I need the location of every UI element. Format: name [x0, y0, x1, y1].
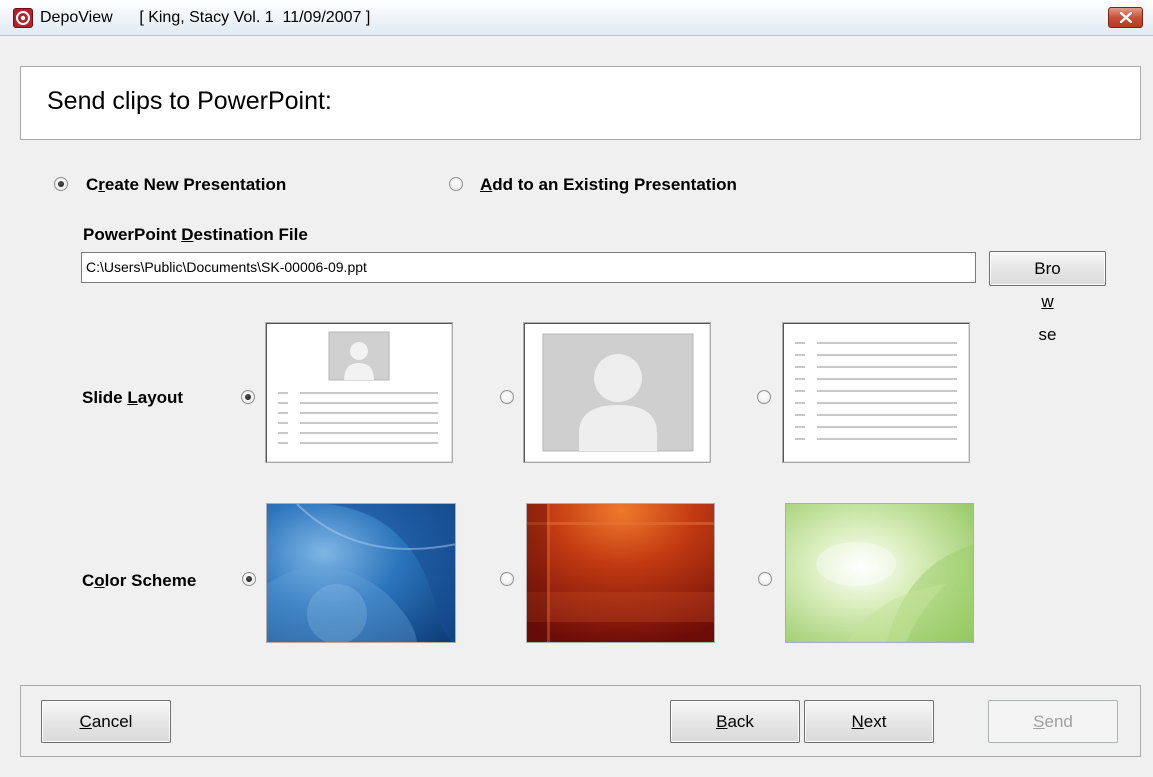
create-new-presentation-label[interactable]: Create New Presentation: [86, 175, 286, 195]
destination-file-input[interactable]: C:\Users\Public\Documents\SK-00006-09.pp…: [81, 252, 976, 283]
title-bar: DepoView [ King, Stacy Vol. 1 11/09/2007…: [0, 0, 1153, 36]
blue-scheme-thumbnail[interactable]: [266, 503, 456, 643]
slide-layout-option-1-radio[interactable]: [241, 390, 255, 404]
create-new-presentation-radio[interactable]: [54, 177, 68, 191]
footer-panel: [20, 685, 1141, 757]
color-scheme-option-3-radio[interactable]: [758, 572, 772, 586]
add-existing-presentation-label[interactable]: Add to an Existing Presentation: [480, 175, 737, 195]
image-above-text-layout-thumbnail[interactable]: [265, 322, 453, 463]
app-name: DepoView: [40, 9, 113, 26]
red-scheme-thumbnail[interactable]: [526, 503, 715, 643]
close-button[interactable]: [1108, 7, 1143, 28]
close-icon: [1119, 12, 1132, 23]
cancel-button[interactable]: Cancel: [41, 700, 171, 743]
document-name: [ King, Stacy Vol. 1 11/09/2007 ]: [139, 9, 371, 26]
next-button[interactable]: Next: [804, 700, 934, 743]
send-button[interactable]: Send: [988, 700, 1118, 743]
depoview-app-icon: [13, 8, 33, 28]
destination-file-label: PowerPoint Destination File: [83, 225, 308, 244]
slide-layout-label: Slide Layout: [82, 388, 184, 407]
text-only-layout-thumbnail[interactable]: [782, 322, 970, 463]
browse-button[interactable]: Bro w se: [989, 251, 1106, 344]
color-scheme-option-1-radio[interactable]: [242, 572, 256, 586]
image-only-layout-thumbnail[interactable]: [523, 322, 711, 463]
green-scheme-thumbnail[interactable]: [785, 503, 974, 643]
page-title: Send clips to PowerPoint:: [47, 87, 332, 115]
slide-layout-option-2-radio[interactable]: [500, 390, 514, 404]
back-button[interactable]: Back: [670, 700, 800, 743]
header-panel: Send clips to PowerPoint:: [20, 66, 1141, 140]
color-scheme-label: Color Scheme: [82, 571, 197, 590]
window-title: DepoView [ King, Stacy Vol. 1 11/09/2007…: [40, 9, 370, 27]
color-scheme-option-2-radio[interactable]: [500, 572, 514, 586]
slide-layout-option-3-radio[interactable]: [757, 390, 771, 404]
add-existing-presentation-radio[interactable]: [449, 177, 463, 191]
